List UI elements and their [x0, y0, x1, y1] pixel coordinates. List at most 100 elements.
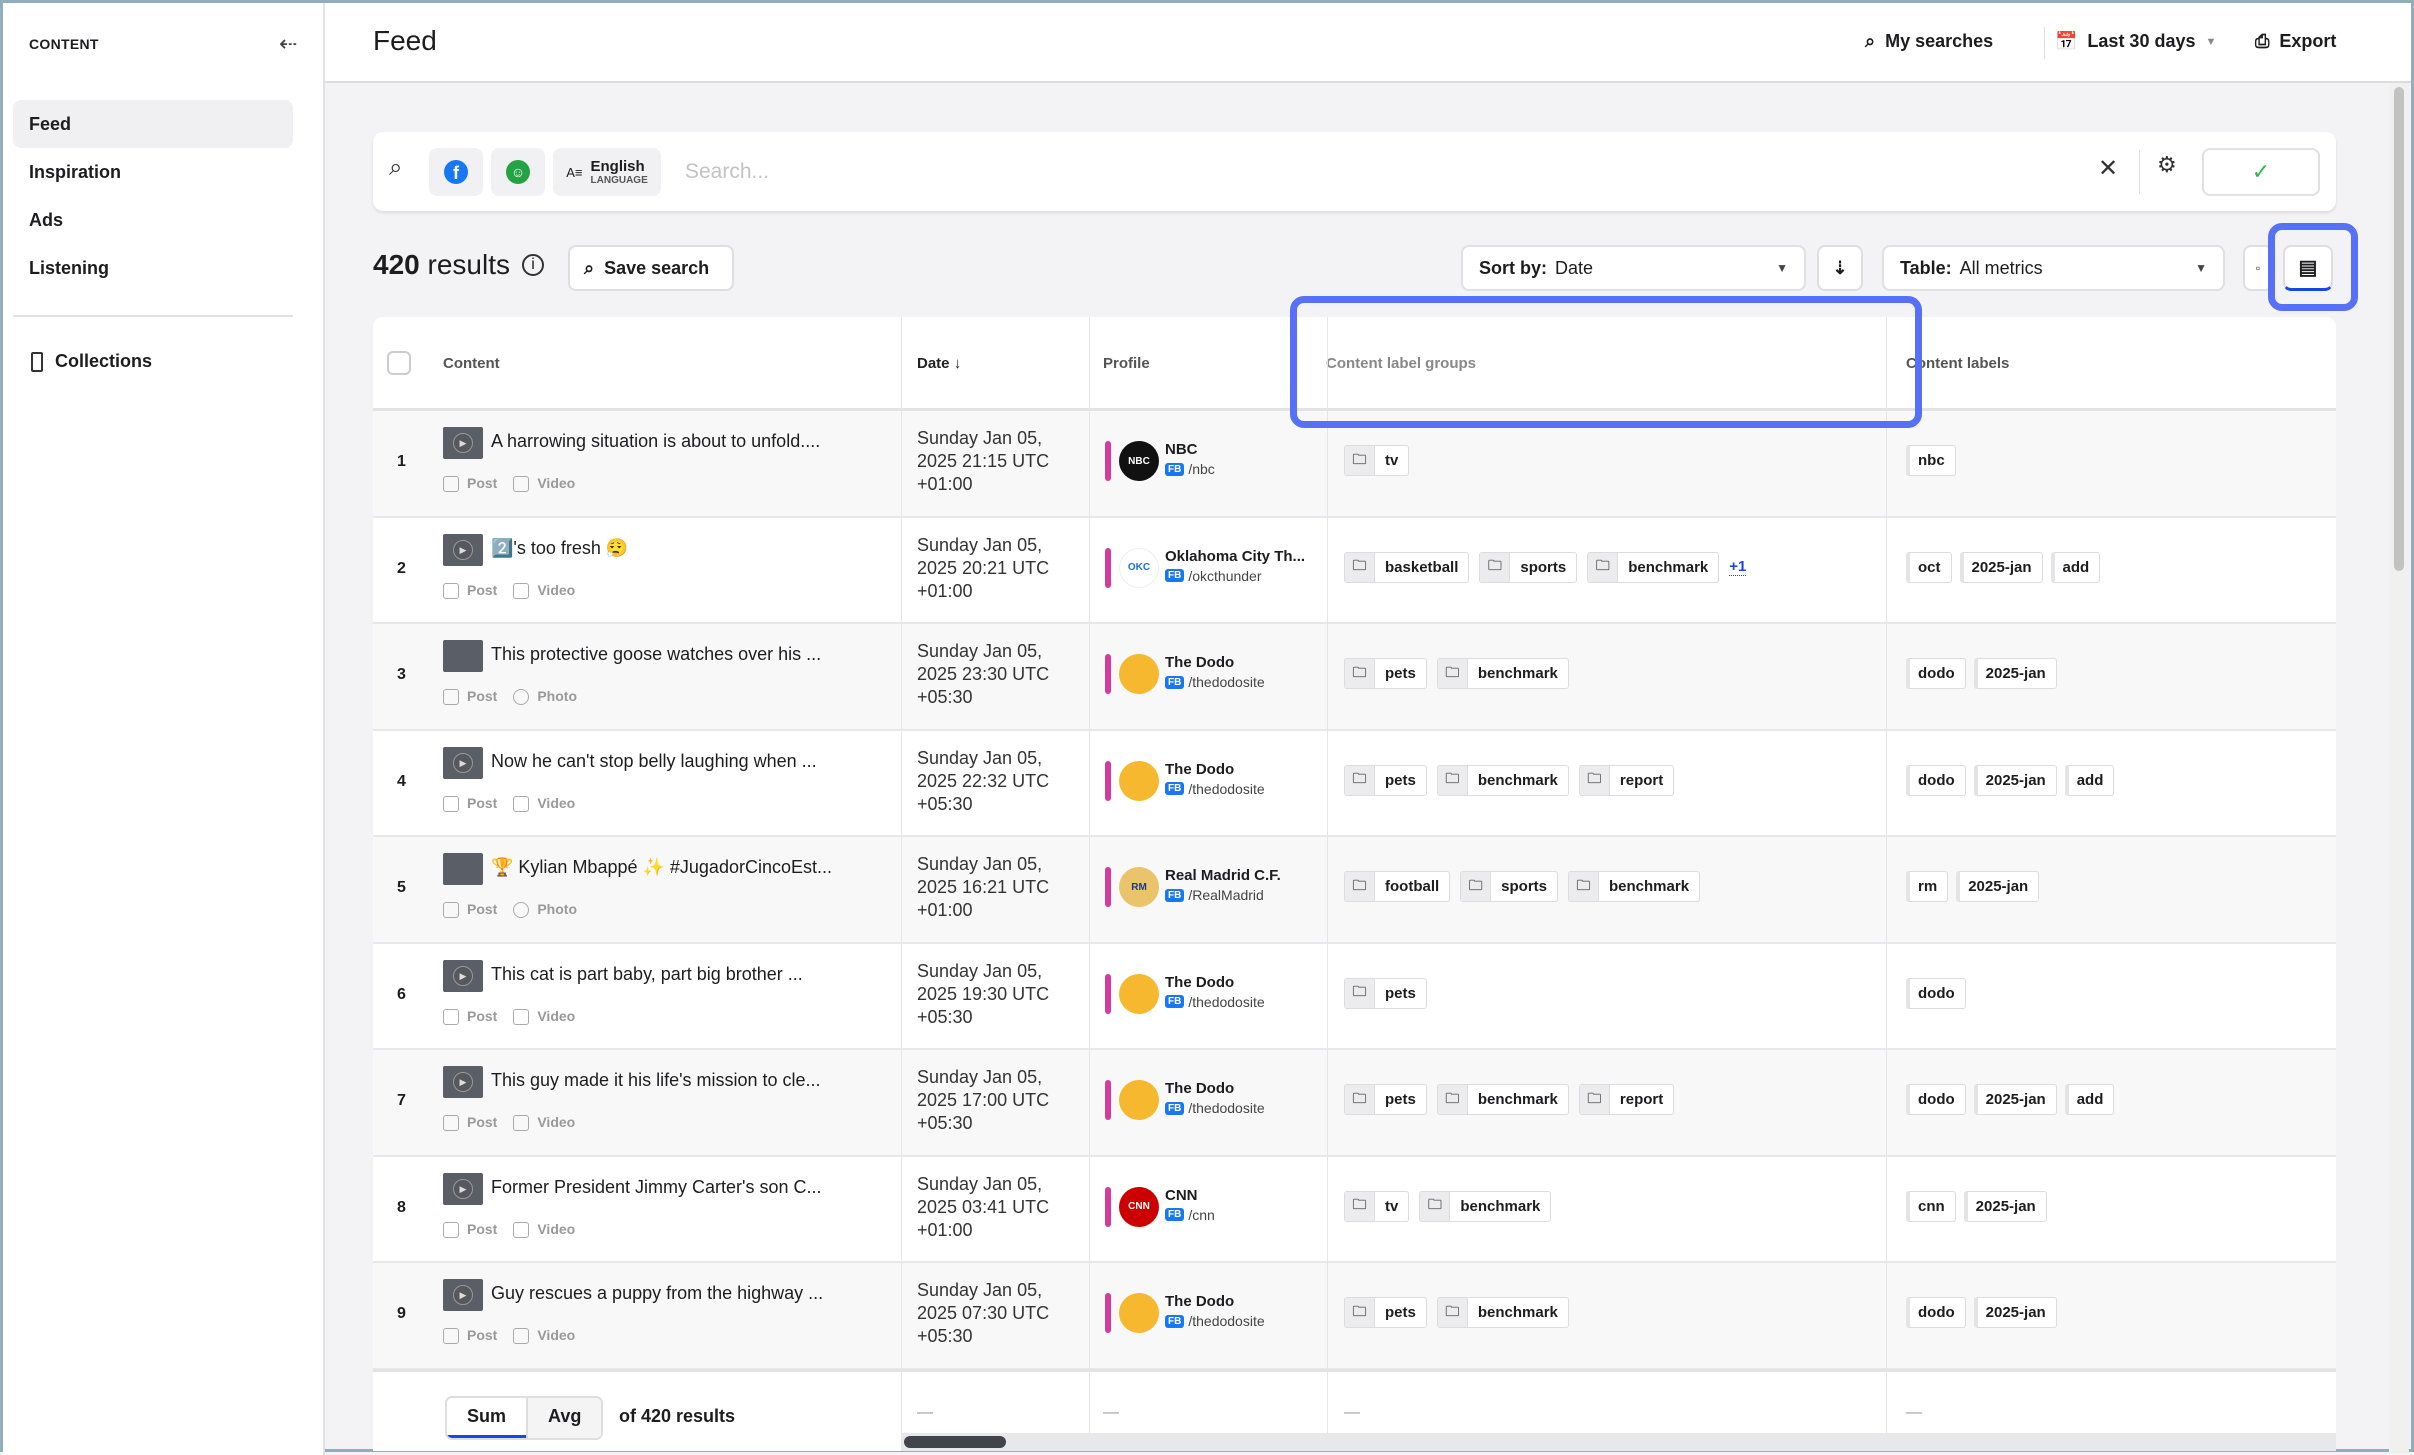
- column-content-labels[interactable]: Content labels: [1906, 355, 2009, 372]
- content-label-tag[interactable]: 2025-jan: [1959, 551, 2043, 583]
- column-content[interactable]: Content: [443, 355, 500, 372]
- content-label-tag[interactable]: 2025-jan: [1973, 1297, 2057, 1328]
- label-group-tag[interactable]: 🗀 benchmark: [1436, 764, 1569, 796]
- filter-settings-icon[interactable]: ⚙: [2157, 152, 2177, 178]
- table-row[interactable]: 8 ▶ Former President Jimmy Carter's son C.…: [373, 1157, 2336, 1263]
- grid-view-button[interactable]: ▫: [2243, 245, 2273, 291]
- vertical-scrollbar[interactable]: [2389, 83, 2409, 1453]
- profile-avatar[interactable]: RM: [1119, 867, 1159, 907]
- label-group-tag[interactable]: 🗀 sports: [1479, 551, 1578, 583]
- horizontal-scrollbar[interactable]: [901, 1433, 2336, 1451]
- content-label-tag[interactable]: dodo: [1906, 658, 1966, 689]
- label-group-tag[interactable]: 🗀 sports: [1460, 871, 1558, 902]
- post-thumbnail[interactable]: ▶: [443, 1066, 483, 1098]
- content-label-tag[interactable]: dodo: [1906, 977, 1966, 1009]
- profile-name[interactable]: The Dodo: [1165, 974, 1234, 991]
- post-thumbnail[interactable]: ▶: [443, 746, 483, 779]
- label-group-tag[interactable]: 🗀 benchmark: [1436, 1297, 1569, 1328]
- profile-name[interactable]: The Dodo: [1165, 1293, 1234, 1310]
- label-group-tag[interactable]: 🗀 basketball: [1344, 551, 1470, 583]
- profile-name[interactable]: The Dodo: [1165, 761, 1234, 778]
- post-thumbnail[interactable]: ▶: [443, 1172, 483, 1205]
- scrollbar-thumb[interactable]: [904, 1436, 1006, 1448]
- table-row[interactable]: 3 This protective goose watches over his …: [373, 624, 2336, 731]
- post-text[interactable]: This protective goose watches over his .…: [491, 644, 821, 665]
- content-label-tag[interactable]: dodo: [1906, 1297, 1966, 1328]
- profile-name[interactable]: Real Madrid C.F.: [1165, 867, 1281, 884]
- table-row[interactable]: 1 ▶ A harrowing situation is about to unfo…: [373, 411, 2336, 518]
- date-range-dropdown[interactable]: 📅 Last 30 days ▼: [2055, 31, 2216, 52]
- label-group-tag[interactable]: 🗀 benchmark: [1436, 658, 1569, 689]
- table-row[interactable]: 4 ▶ Now he can't stop belly laughing when …: [373, 731, 2336, 837]
- profile-name[interactable]: CNN: [1165, 1187, 1198, 1204]
- sidebar-item-listening[interactable]: Listening: [13, 244, 293, 292]
- sort-by-select[interactable]: Sort by: Date ▼: [1461, 245, 1806, 291]
- search-input[interactable]: [685, 152, 2085, 192]
- label-group-tag[interactable]: 🗀 pets: [1344, 764, 1427, 796]
- sidebar-item-ads[interactable]: Ads: [13, 196, 293, 244]
- content-label-tag[interactable]: rm: [1906, 871, 1949, 902]
- label-group-tag[interactable]: 🗀 benchmark: [1587, 551, 1720, 583]
- more-groups-link[interactable]: +1: [1729, 558, 1747, 576]
- save-search-button[interactable]: ⌕ Save search: [568, 245, 734, 291]
- info-icon[interactable]: i: [521, 254, 544, 276]
- label-group-tag[interactable]: 🗀 report: [1578, 764, 1675, 796]
- post-text[interactable]: Former President Jimmy Carter's son C...: [491, 1177, 822, 1198]
- content-label-tag[interactable]: dodo: [1906, 764, 1966, 796]
- sort-direction-button[interactable]: ⇣: [1817, 245, 1863, 291]
- profile-avatar[interactable]: CNN: [1119, 1186, 1159, 1227]
- collapse-sidebar-icon[interactable]: ⇠: [279, 31, 297, 57]
- profile-avatar[interactable]: [1119, 1293, 1159, 1333]
- profile-name[interactable]: The Dodo: [1165, 654, 1234, 671]
- content-label-tag[interactable]: dodo: [1906, 1084, 1966, 1115]
- post-text[interactable]: Now he can't stop belly laughing when ..…: [491, 751, 817, 772]
- sidebar-item-collections[interactable]: Collections: [31, 351, 152, 372]
- label-group-tag[interactable]: 🗀 pets: [1344, 977, 1427, 1009]
- post-text[interactable]: 2️⃣'s too fresh 😮‍💨: [491, 538, 628, 559]
- label-group-tag[interactable]: 🗀 tv: [1344, 1190, 1410, 1222]
- select-all-checkbox[interactable]: [387, 351, 411, 375]
- scrollbar-thumb[interactable]: [2394, 87, 2404, 571]
- clear-search-icon[interactable]: ✕: [2098, 154, 2118, 183]
- table-view-button[interactable]: ▤: [2283, 245, 2333, 291]
- content-label-tag[interactable]: cnn: [1906, 1190, 1956, 1222]
- content-label-tag[interactable]: 2025-jan: [1973, 1084, 2057, 1115]
- avg-tab[interactable]: Avg: [526, 1398, 602, 1438]
- content-label-tag[interactable]: add: [2064, 1084, 2115, 1115]
- label-group-tag[interactable]: 🗀 benchmark: [1436, 1084, 1569, 1115]
- label-group-tag[interactable]: 🗀 tv: [1344, 445, 1410, 476]
- table-metrics-select[interactable]: Table: All metrics ▼: [1882, 245, 2225, 291]
- sidebar-item-feed[interactable]: Feed: [13, 100, 293, 148]
- post-text[interactable]: This guy made it his life's mission to c…: [491, 1070, 821, 1091]
- label-group-tag[interactable]: 🗀 pets: [1344, 1084, 1427, 1115]
- label-group-tag[interactable]: 🗀 football: [1344, 871, 1451, 902]
- sidebar-item-inspiration[interactable]: Inspiration: [13, 148, 293, 196]
- post-thumbnail[interactable]: ▶: [443, 959, 483, 992]
- content-label-tag[interactable]: 2025-jan: [1973, 764, 2057, 796]
- post-thumbnail[interactable]: ▶: [443, 1279, 483, 1311]
- column-content-label-groups[interactable]: Content label groups: [1326, 355, 1476, 372]
- content-label-tag[interactable]: oct: [1906, 551, 1952, 583]
- table-row[interactable]: 5 🏆 Kylian Mbappé ✨ #JugadorCincoEst... Po…: [373, 837, 2336, 944]
- sum-tab[interactable]: Sum: [447, 1398, 527, 1438]
- column-profile[interactable]: Profile: [1103, 355, 1150, 372]
- language-filter[interactable]: A≡ English LANGUAGE: [553, 148, 661, 196]
- profile-avatar[interactable]: NBC: [1119, 441, 1159, 481]
- post-text[interactable]: This cat is part baby, part big brother …: [491, 964, 803, 985]
- post-thumbnail[interactable]: ▶: [443, 533, 483, 566]
- table-row[interactable]: 6 ▶ This cat is part baby, part big brothe…: [373, 944, 2336, 1050]
- content-label-tag[interactable]: 2025-jan: [1973, 658, 2057, 689]
- post-thumbnail[interactable]: ▶: [443, 427, 483, 459]
- post-thumbnail[interactable]: [443, 853, 483, 885]
- facebook-filter[interactable]: f: [429, 148, 483, 196]
- content-label-tag[interactable]: add: [2064, 764, 2115, 796]
- post-text[interactable]: 🏆 Kylian Mbappé ✨ #JugadorCincoEst...: [491, 857, 832, 878]
- apply-search-button[interactable]: ✓: [2202, 148, 2320, 196]
- profile-avatar[interactable]: [1119, 1080, 1159, 1120]
- table-row[interactable]: 7 ▶ This guy made it his life's mission to…: [373, 1050, 2336, 1157]
- post-text[interactable]: Guy rescues a puppy from the highway ...: [491, 1283, 823, 1304]
- label-group-tag[interactable]: 🗀 pets: [1344, 658, 1427, 689]
- post-text[interactable]: A harrowing situation is about to unfold…: [491, 431, 820, 452]
- profile-avatar[interactable]: [1119, 654, 1159, 694]
- my-searches-button[interactable]: ⌕ My searches: [1865, 31, 1993, 52]
